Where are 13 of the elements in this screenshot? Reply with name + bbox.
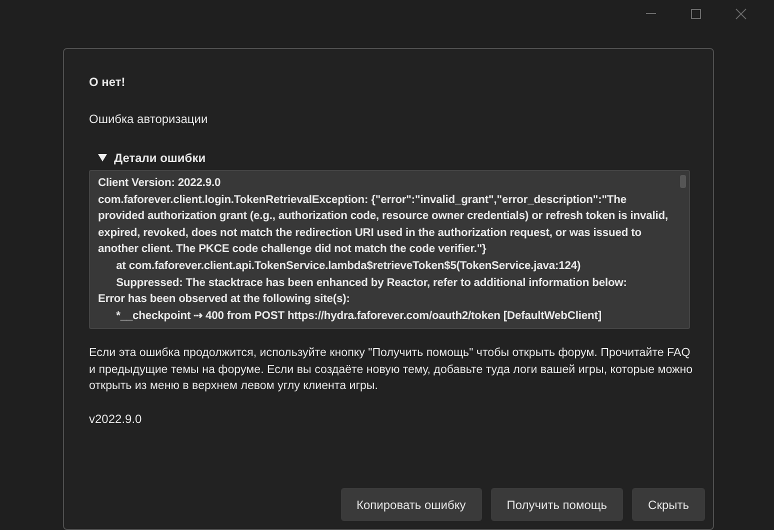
triangle-down-icon[interactable] <box>98 154 107 162</box>
close-icon[interactable] <box>734 8 746 20</box>
dialog-title: О нет! <box>89 75 126 91</box>
error-message: Ошибка авторизации <box>89 112 209 126</box>
maximize-icon[interactable] <box>690 8 702 20</box>
dialog-button[interactable]: Скрыть <box>632 488 705 521</box>
details-text-area[interactable]: Client Version: 2022.9.0 com.faforever.client.login.TokenRetrievalException: {"error":"invalid_grant","error_description":"The provided authorization grant (e.g., authorization code, resource owner credentials) or refresh token is invalid, expired, revoked, does not match the redirection URI used in the authorization request, or was issued to another client. The PKCE code challenge did not match the code verifier."} at com.faforever.client.api.TokenService.lambda$retrieveToken$5(TokenService.java:124) Suppressed: The stacktrace has been enhanced by Reactor, refer to additional information below: Error has been observed at the following site(s): *__checkpoint ⇢ 400 from POST https://hydra.faforever.com/oauth2/token [DefaultWebClient] <box>89 170 690 330</box>
details-toggle[interactable]: Детали ошибки <box>98 150 206 166</box>
help-text: Если эта ошибка продолжится, используйте кнопку "Получить помощь" чтобы открыть форум. Прочитайте FAQ и предыдущие темы на форуме. Если вы создаёте новую тему, добавьте туда логи вашей игры, которые можно открыть из меню в верхнем левом углу клиента игры. <box>89 345 694 394</box>
dialog-button[interactable]: Копировать ошибку <box>340 488 482 521</box>
scrollbar-thumb[interactable] <box>680 175 686 188</box>
dialog-button[interactable]: Получить помощь <box>490 488 624 521</box>
version-label: v2022.9.0 <box>89 412 143 426</box>
